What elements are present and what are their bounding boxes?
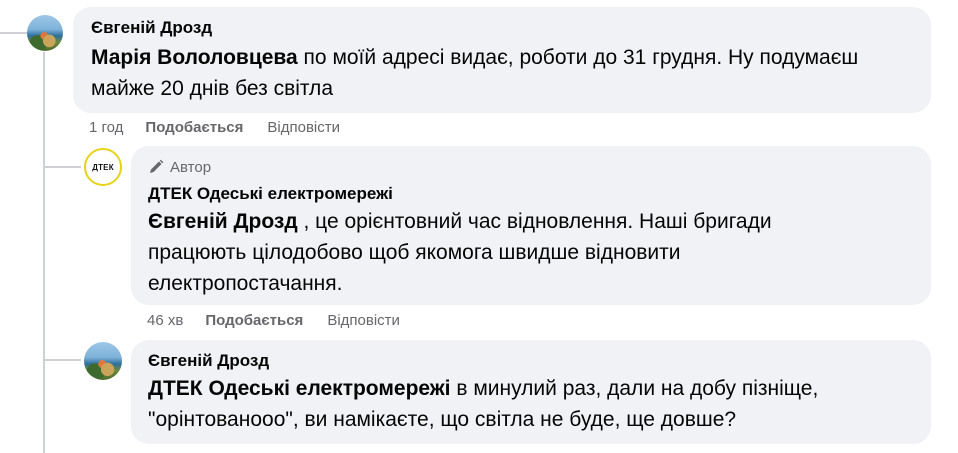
mention-link[interactable]: ДТЕК Одеські електромережі [148, 377, 451, 400]
reply-button[interactable]: Відповісти [327, 312, 400, 329]
comment-bubble: Автор ДТЕК Одеські електромережі Євгеній… [131, 146, 931, 305]
author-badge: Автор [148, 157, 914, 177]
thread-line-top [0, 32, 28, 34]
comment-actions: 1 год Подобається Відповісти [89, 119, 340, 136]
thread-line-branch-1 [45, 166, 81, 168]
comment-text: ДТЕК Одеські електромережі в минулий раз… [148, 373, 888, 435]
comment-author[interactable]: ДТЕК Одеські електромережі [148, 184, 914, 204]
comment-author[interactable]: Євгеній Дрозд [148, 351, 914, 371]
mention-link[interactable]: Євгеній Дрозд [148, 210, 298, 233]
comment-actions: 46 хв Подобається Відповісти [147, 312, 400, 329]
dtek-logo: ДТЕК [92, 162, 114, 172]
avatar[interactable] [84, 342, 122, 380]
avatar[interactable]: ДТЕК [84, 148, 122, 186]
comment-text: Марія Вололовцева по моїй адресі видає, … [91, 42, 901, 104]
author-badge-label: Автор [170, 158, 212, 176]
mention-link[interactable]: Марія Вололовцева [91, 46, 298, 69]
comment-bubble: Євгеній Дрозд Марія Вололовцева по моїй … [73, 7, 931, 113]
reply-button[interactable]: Відповісти [267, 119, 340, 136]
comment-timestamp[interactable]: 1 год [89, 119, 123, 136]
like-button[interactable]: Подобається [145, 119, 243, 136]
avatar[interactable] [27, 15, 63, 51]
comment-timestamp[interactable]: 46 хв [147, 312, 183, 329]
like-button[interactable]: Подобається [205, 312, 303, 329]
thread-line-vertical [43, 52, 45, 453]
thread-line-branch-2 [45, 359, 81, 361]
pencil-icon [148, 159, 164, 175]
comment-author[interactable]: Євгеній Дрозд [91, 18, 913, 38]
comment-text: Євгеній Дрозд , це орієнтовний час відно… [148, 206, 838, 299]
comment-bubble: Євгеній Дрозд ДТЕК Одеські електромережі… [131, 340, 931, 444]
